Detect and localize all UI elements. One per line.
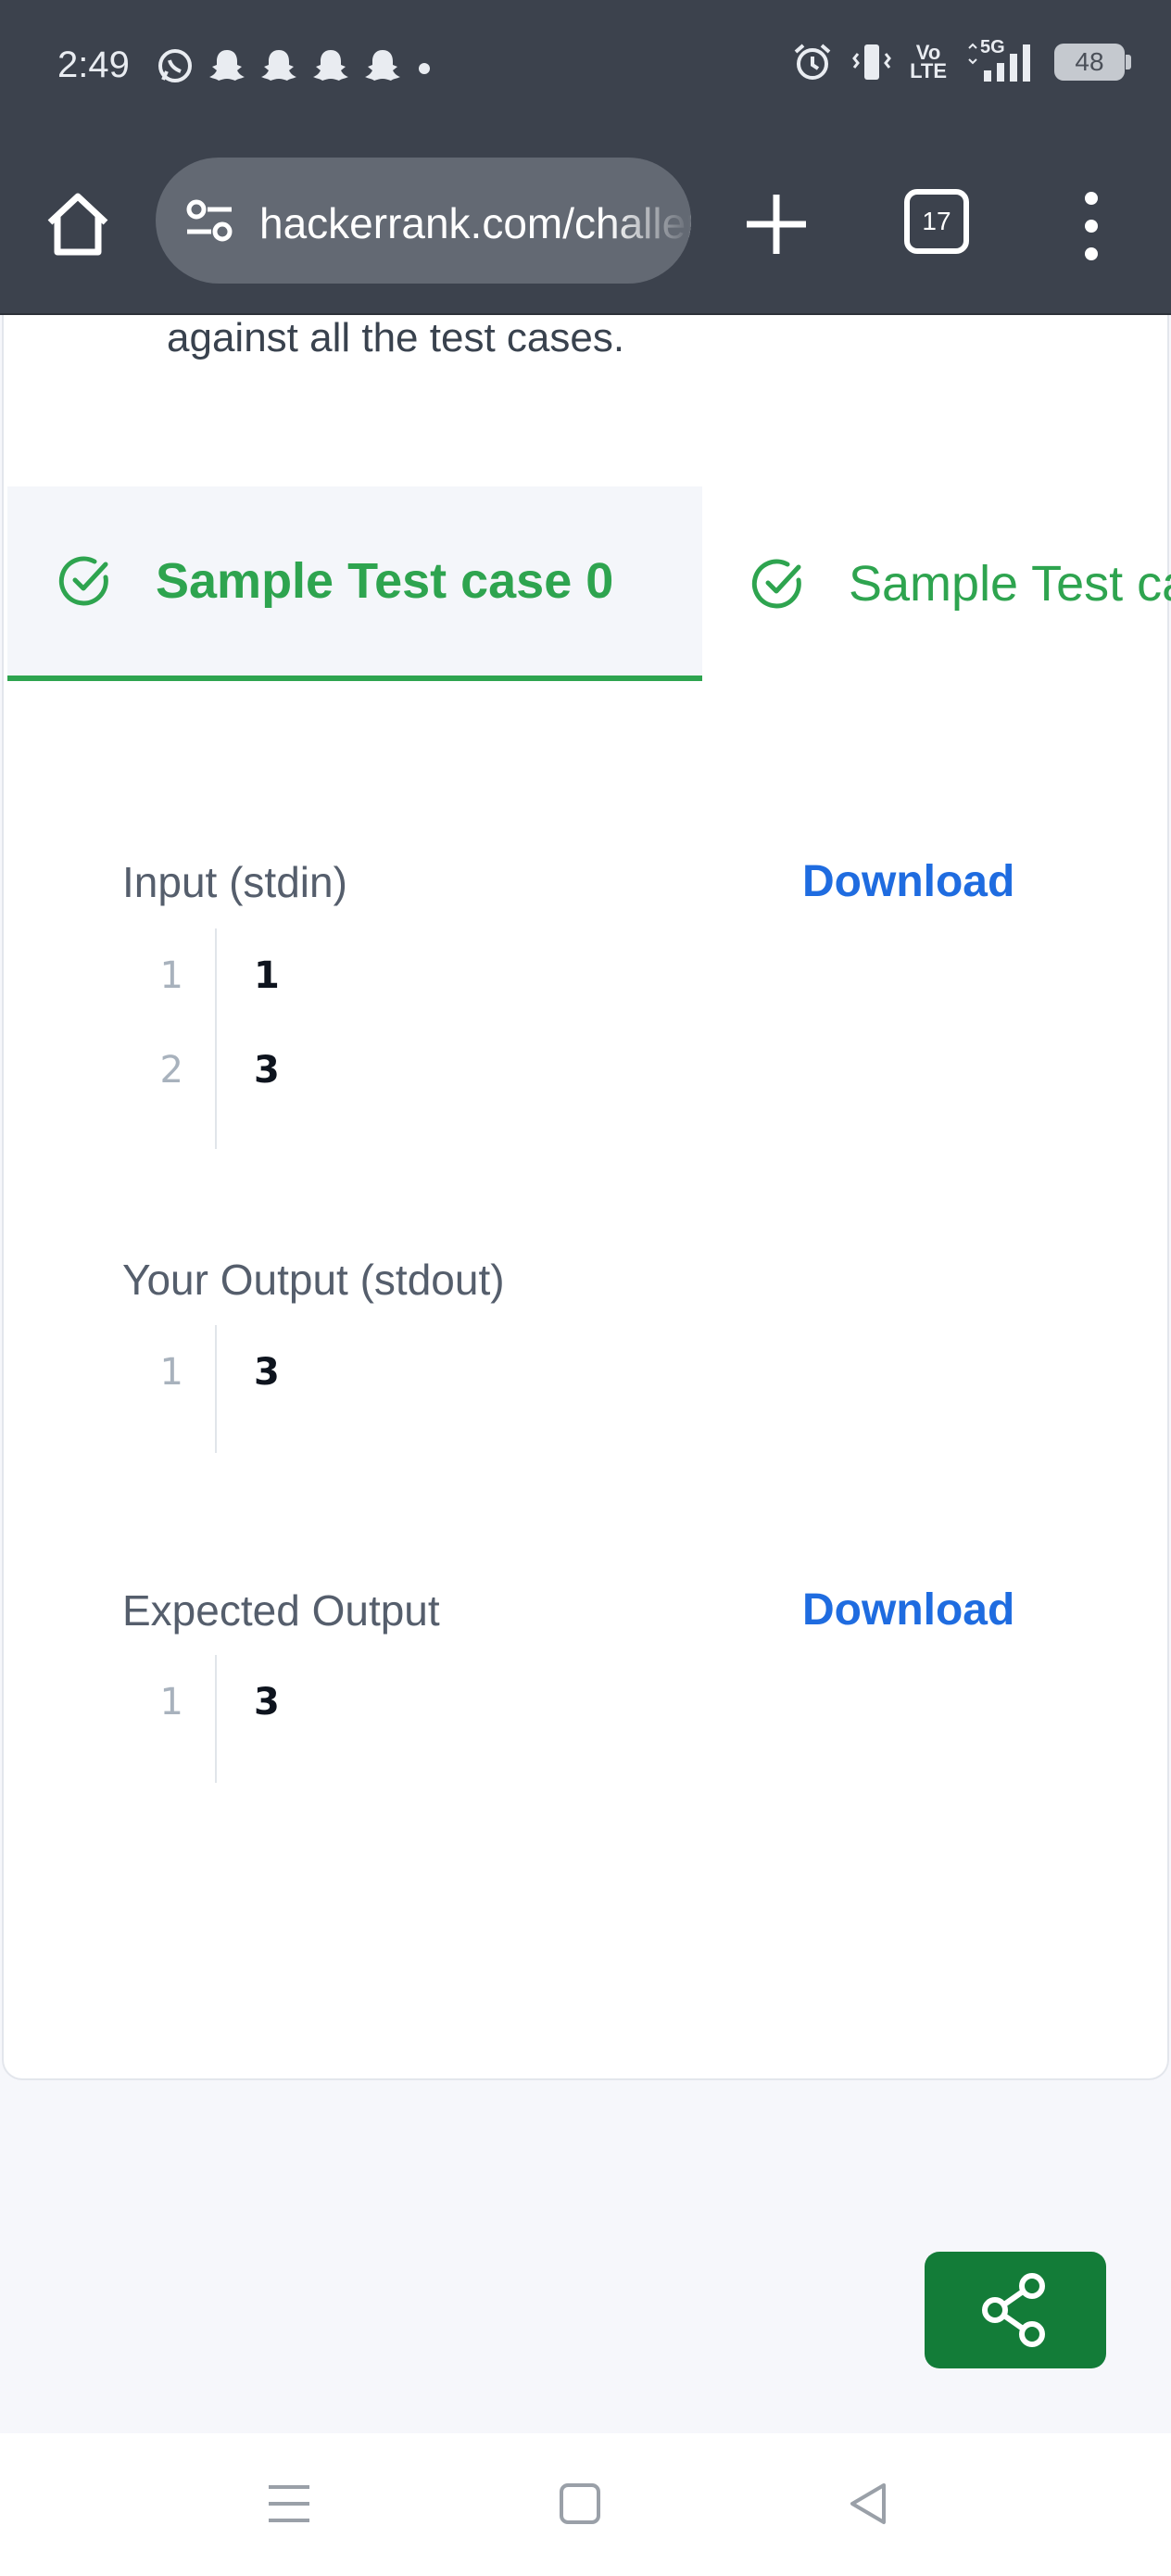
snapchat-icon [261, 50, 296, 81]
status-bar: 2:49 Vo LTE 5G 48 [0, 0, 1171, 139]
notification-icons [156, 46, 434, 85]
your-output-label: Your Output (stdout) [122, 1256, 505, 1304]
site-settings-icon[interactable] [183, 195, 235, 246]
intro-text: against all the test cases. [167, 315, 625, 360]
expected-output-download-link[interactable]: Download [802, 1585, 1014, 1635]
signal-5g-icon: 5G [963, 37, 1038, 83]
snapchat-icon [313, 50, 348, 81]
line-number: 2 [159, 1049, 183, 1092]
code-line: 2 3 [122, 1023, 1049, 1118]
vibrate-icon [852, 44, 891, 80]
share-button[interactable] [925, 2252, 1106, 2368]
share-icon [982, 2273, 1045, 2347]
line-value: 3 [254, 1049, 280, 1092]
address-bar[interactable]: hackerrank.com/challenges [156, 158, 691, 284]
input-label: Input (stdin) [122, 858, 347, 906]
recent-apps-icon[interactable] [259, 2474, 319, 2533]
line-number: 1 [159, 1681, 183, 1724]
your-output-code-block: 1 3 [122, 1325, 1049, 1453]
tab-sample-test-case-1[interactable]: Sample Test case 1 [702, 486, 1171, 681]
home-icon[interactable] [43, 187, 113, 261]
system-icons: Vo LTE 5G 48 [791, 37, 1131, 83]
home-nav-icon[interactable] [550, 2474, 610, 2533]
tab-label: Sample Test case 0 [156, 553, 614, 609]
expected-output-code-block: 1 3 [122, 1655, 1049, 1783]
tab-label: Sample Test case 1 [849, 556, 1171, 612]
system-nav-bar [0, 2433, 1171, 2576]
check-circle-icon [751, 559, 801, 609]
tab-sample-test-case-0[interactable]: Sample Test case 0 [7, 486, 702, 681]
battery-icon: 48 [1054, 44, 1131, 81]
input-code-block: 1 1 2 3 [122, 928, 1049, 1149]
line-number: 1 [159, 954, 183, 997]
line-value: 3 [254, 1351, 280, 1394]
tab-switcher-button[interactable]: 17 [904, 189, 969, 254]
test-case-tabs: Sample Test case 0 Sample Test case 1 [7, 486, 1171, 681]
new-tab-icon[interactable] [741, 189, 812, 259]
browser-toolbar: hackerrank.com/challenges 17 [0, 139, 1171, 315]
code-line: 1 3 [122, 1655, 1049, 1749]
code-line: 1 3 [122, 1325, 1049, 1420]
volte-icon: Vo LTE [910, 41, 947, 82]
expected-output-label: Expected Output [122, 1586, 440, 1635]
line-number: 1 [159, 1351, 183, 1394]
back-icon[interactable] [839, 2474, 899, 2533]
more-menu-icon[interactable] [1075, 189, 1108, 263]
check-circle-icon [58, 556, 108, 606]
snapchat-icon [365, 50, 400, 81]
whatsapp-icon [158, 49, 192, 82]
snapchat-icon [209, 50, 245, 81]
line-value: 1 [254, 954, 280, 997]
alarm-icon [794, 44, 831, 80]
code-line: 1 1 [122, 928, 1049, 1023]
line-value: 3 [254, 1681, 280, 1724]
input-download-link[interactable]: Download [802, 856, 1014, 907]
test-results-card: against all the test cases. Sample Test … [2, 315, 1171, 2080]
status-time: 2:49 [57, 44, 130, 85]
dot-icon [419, 63, 430, 74]
